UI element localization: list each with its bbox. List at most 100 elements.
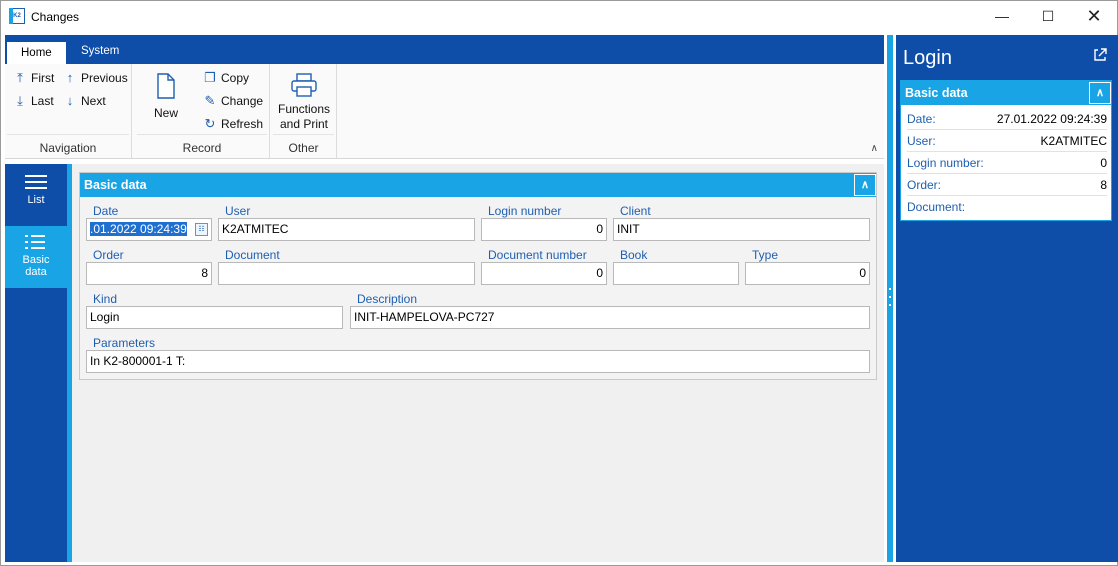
side-row-date: Date: 27.01.2022 09:24:39 bbox=[907, 108, 1107, 130]
group-separator bbox=[137, 134, 267, 135]
record-group-label: Record bbox=[182, 141, 222, 155]
copy-button[interactable]: ❐ Copy bbox=[203, 70, 249, 86]
drag-handle-icon bbox=[889, 288, 891, 306]
date-field[interactable]: .01.2022 09:24:39 ☷ bbox=[86, 218, 212, 241]
user-label: User bbox=[225, 204, 251, 218]
previous-label: Previous bbox=[81, 71, 128, 85]
document-number-label: Document number bbox=[488, 248, 587, 262]
ribbon: Home System ⤒ First ↑ Previous ⤓ Last ↓ Next… bbox=[5, 35, 884, 159]
group-separator bbox=[7, 134, 129, 135]
nav-item-basic-data[interactable]: Basic data bbox=[5, 226, 67, 288]
next-label: Next bbox=[81, 94, 106, 108]
change-label: Change bbox=[221, 94, 264, 108]
group-separator bbox=[273, 134, 334, 135]
type-label: Type bbox=[752, 248, 779, 262]
arrow-up-to-top-icon: ⤒ bbox=[17, 70, 23, 85]
parameters-label: Parameters bbox=[93, 336, 156, 350]
kind-field[interactable]: Login bbox=[86, 306, 343, 329]
side-row-key: User: bbox=[907, 134, 936, 148]
calendar-icon[interactable]: ☷ bbox=[195, 223, 208, 236]
last-button[interactable]: ⤓ Last bbox=[13, 93, 54, 109]
client-field[interactable]: INIT bbox=[613, 218, 870, 241]
arrow-down-icon: ↓ bbox=[66, 93, 74, 108]
order-field[interactable]: 8 bbox=[86, 262, 212, 285]
collapse-side-panel-icon[interactable]: ∧ bbox=[1089, 82, 1111, 104]
side-basic-data-title: Basic data bbox=[905, 86, 968, 100]
arrow-down-to-bottom-icon: ⤓ bbox=[17, 93, 23, 108]
login-number-label: Login number bbox=[488, 204, 562, 218]
user-field[interactable]: K2ATMITEC bbox=[218, 218, 475, 241]
new-label: New bbox=[153, 106, 178, 120]
maximize-button[interactable]: ☐ bbox=[1025, 1, 1071, 32]
kind-label: Kind bbox=[93, 292, 118, 306]
type-field[interactable]: 0 bbox=[745, 262, 870, 285]
nav-list-label: List bbox=[27, 194, 45, 206]
nav-basic-label-line2: data bbox=[25, 266, 47, 278]
next-button[interactable]: ↓ Next bbox=[63, 93, 106, 108]
collapse-panel-icon[interactable]: ∧ bbox=[854, 174, 876, 196]
tab-home[interactable]: Home bbox=[7, 40, 66, 64]
refresh-button[interactable]: ↻ Refresh bbox=[203, 116, 263, 132]
printer-icon bbox=[291, 73, 317, 97]
window-title: Changes bbox=[31, 10, 80, 24]
side-row-key: Document: bbox=[907, 200, 966, 214]
arrow-up-icon: ↑ bbox=[66, 70, 74, 85]
document-field[interactable] bbox=[218, 262, 475, 285]
document-number-field[interactable]: 0 bbox=[481, 262, 607, 285]
nav-item-list[interactable]: List bbox=[5, 164, 67, 222]
first-label: First bbox=[31, 71, 55, 85]
basic-data-panel: Basic data ∧ Date User Login number Clie… bbox=[79, 172, 877, 380]
functions-label-line2: and Print bbox=[279, 117, 329, 131]
side-row-value: 8 bbox=[1100, 178, 1107, 192]
left-navigation: List Basic data bbox=[5, 164, 67, 562]
basic-data-header: Basic data ∧ bbox=[80, 173, 876, 197]
date-value: .01.2022 09:24:39 bbox=[90, 222, 187, 236]
tab-system[interactable]: System bbox=[67, 40, 133, 64]
new-document-icon bbox=[157, 73, 175, 99]
side-row-login-number: Login number: 0 bbox=[907, 152, 1107, 174]
client-label: Client bbox=[620, 204, 651, 218]
content-area: List Basic data Basic data ∧ Date User L… bbox=[5, 164, 884, 562]
side-row-key: Login number: bbox=[907, 156, 984, 170]
side-row-document: Document: bbox=[907, 196, 1107, 218]
copy-icon: ❐ bbox=[204, 70, 216, 85]
refresh-label: Refresh bbox=[221, 117, 264, 131]
side-row-value: K2ATMITEC bbox=[1040, 134, 1107, 148]
description-field[interactable]: INIT-HAMPELOVA-PC727 bbox=[350, 306, 870, 329]
refresh-icon: ↻ bbox=[204, 116, 216, 131]
title-bar: K2 Changes — ☐ ✕ bbox=[1, 1, 1117, 32]
main-area: Basic data ∧ Date User Login number Clie… bbox=[72, 164, 884, 562]
navigation-group: ⤒ First ↑ Previous ⤓ Last ↓ Next Navigation bbox=[5, 64, 132, 159]
panel-splitter[interactable] bbox=[884, 35, 896, 562]
new-button[interactable]: New bbox=[143, 72, 189, 121]
collapse-ribbon-icon[interactable]: ∧ bbox=[871, 143, 878, 154]
previous-button[interactable]: ↑ Previous bbox=[63, 70, 128, 85]
side-basic-data-box: Basic data ∧ Date: 27.01.2022 09:24:39 U… bbox=[900, 80, 1112, 221]
book-field[interactable] bbox=[613, 262, 739, 285]
hamburger-icon bbox=[25, 175, 47, 189]
side-row-value: 27.01.2022 09:24:39 bbox=[996, 112, 1107, 126]
window: K2 Changes — ☐ ✕ Home System ⤒ First ↑ Pre… bbox=[0, 0, 1118, 566]
side-row-order: Order: 8 bbox=[907, 174, 1107, 196]
copy-label: Copy bbox=[221, 71, 250, 85]
popout-icon[interactable] bbox=[1092, 47, 1108, 63]
side-row-user: User: K2ATMITEC bbox=[907, 130, 1107, 152]
other-group-label: Other bbox=[288, 141, 319, 155]
side-row-value: 0 bbox=[1100, 156, 1107, 170]
functions-and-print-button[interactable]: Functions and Print bbox=[273, 72, 335, 132]
side-row-key: Order: bbox=[907, 178, 942, 192]
minimize-button[interactable]: — bbox=[979, 1, 1025, 32]
nav-basic-label-line1: Basic bbox=[22, 254, 50, 266]
navigation-group-label: Navigation bbox=[39, 141, 97, 155]
basic-data-title: Basic data bbox=[84, 178, 147, 192]
parameters-field[interactable]: In K2-800001-1 T: bbox=[86, 350, 870, 373]
close-button[interactable]: ✕ bbox=[1071, 1, 1117, 32]
login-number-field[interactable]: 0 bbox=[481, 218, 607, 241]
side-panel-title: Login bbox=[903, 47, 952, 69]
app-logo-icon: K2 bbox=[9, 8, 25, 24]
ribbon-tab-bar: Home System bbox=[5, 35, 884, 64]
side-row-key: Date: bbox=[907, 112, 936, 126]
description-label: Description bbox=[357, 292, 418, 306]
first-button[interactable]: ⤒ First bbox=[13, 70, 54, 86]
change-button[interactable]: ✎ Change bbox=[203, 93, 264, 109]
